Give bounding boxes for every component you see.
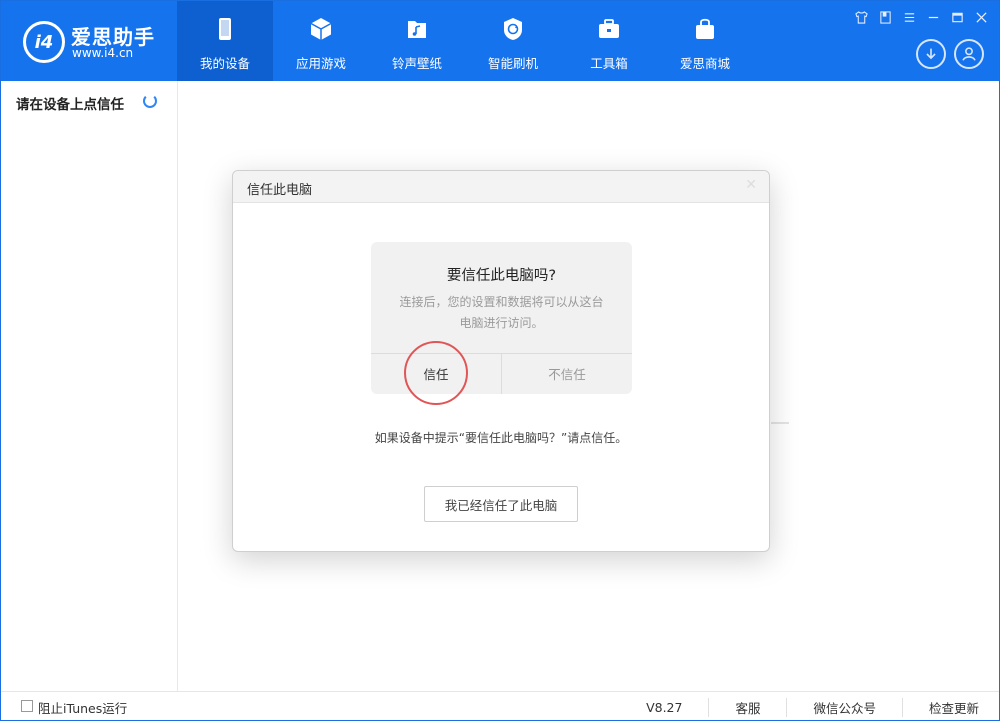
ios-trust-prompt: 要信任此电脑吗? 连接后，您的设置和数据将可以从这台电脑进行访问。 信任 不信任 <box>371 242 632 405</box>
nav-label: 应用游戏 <box>295 56 346 71</box>
shopping-bag-icon <box>691 15 719 43</box>
dialog-hint: 如果设备中提示“要信任此电脑吗？”请点信任。 <box>374 431 628 445</box>
dialog-close-icon[interactable]: ✕ <box>745 177 757 193</box>
nav-item-ringtones[interactable]: 铃声壁纸 <box>369 1 465 81</box>
dialog-header: 信任此电脑 ✕ <box>233 171 769 203</box>
brand-url: www.i4.cn <box>72 46 134 60</box>
download-button[interactable] <box>916 39 946 69</box>
user-button[interactable] <box>954 39 984 69</box>
close-icon[interactable] <box>973 9 989 25</box>
cube-icon <box>307 15 335 43</box>
version-label: V8.27 <box>646 700 683 715</box>
phone-icon <box>211 15 239 43</box>
refresh-shield-icon <box>499 15 527 43</box>
toolbox-icon <box>595 15 623 43</box>
user-icon <box>962 47 976 61</box>
dialog-title: 信任此电脑 <box>247 183 313 198</box>
book-icon[interactable] <box>877 9 893 25</box>
status-bar: 阻止iTunes运行 V8.27 客服 微信公众号 检查更新 <box>1 691 999 720</box>
prompt-title: 要信任此电脑吗? <box>446 268 557 284</box>
nav-label: 工具箱 <box>590 56 628 71</box>
header-bar: i4 爱思助手 www.i4.cn 我的设备 应用游戏 铃声壁纸 智能刷机 工具… <box>1 1 999 81</box>
maximize-icon[interactable] <box>949 9 965 25</box>
app-logo: i4 <box>23 21 65 63</box>
prompt-text: 连接后，您的设置和数据将可以从这台电脑进行访问。 <box>399 295 604 330</box>
background-divider <box>771 422 789 424</box>
nav-label: 智能刷机 <box>487 56 538 71</box>
music-folder-icon <box>403 15 431 43</box>
sidebar: 请在设备上点信任 <box>1 81 178 691</box>
trust-computer-dialog: 信任此电脑 ✕ 要信任此电脑吗? 连接后，您的设置和数据将可以从这台电脑进行访问… <box>232 170 770 552</box>
minimize-icon[interactable] <box>925 9 941 25</box>
nav-label: 铃声壁纸 <box>391 56 442 71</box>
nav-item-my-device[interactable]: 我的设备 <box>177 1 273 81</box>
already-trusted-button[interactable]: 我已经信任了此电脑 <box>424 486 578 522</box>
device-status-text: 请在设备上点信任 <box>16 97 124 113</box>
nav-label: 我的设备 <box>199 56 250 71</box>
nav-item-store[interactable]: 爱思商城 <box>657 1 753 81</box>
block-itunes-checkbox[interactable] <box>21 700 33 712</box>
footer-links: V8.27 客服 微信公众号 检查更新 <box>646 698 979 717</box>
trust-highlight-circle <box>404 341 468 405</box>
wechat-official-link[interactable]: 微信公众号 <box>786 698 902 717</box>
app-window: i4 爱思助手 www.i4.cn 我的设备 应用游戏 铃声壁纸 智能刷机 工具… <box>0 0 1000 721</box>
nav-item-toolbox[interactable]: 工具箱 <box>561 1 657 81</box>
loading-spinner-icon <box>143 94 157 108</box>
download-icon <box>926 48 936 60</box>
check-update-link[interactable]: 检查更新 <box>901 698 979 717</box>
shirt-icon[interactable] <box>853 9 869 25</box>
block-itunes-label[interactable]: 阻止iTunes运行 <box>38 698 127 717</box>
nav-item-apps-games[interactable]: 应用游戏 <box>273 1 369 81</box>
prompt-distrust-button: 不信任 <box>548 367 586 382</box>
customer-service-link[interactable]: 客服 <box>708 698 786 717</box>
main-nav: 我的设备 应用游戏 铃声壁纸 智能刷机 工具箱 爱思商城 <box>177 1 753 81</box>
menu-icon[interactable] <box>901 9 917 25</box>
nav-label: 爱思商城 <box>679 56 730 71</box>
nav-item-smart-flash[interactable]: 智能刷机 <box>465 1 561 81</box>
window-controls <box>853 9 989 25</box>
